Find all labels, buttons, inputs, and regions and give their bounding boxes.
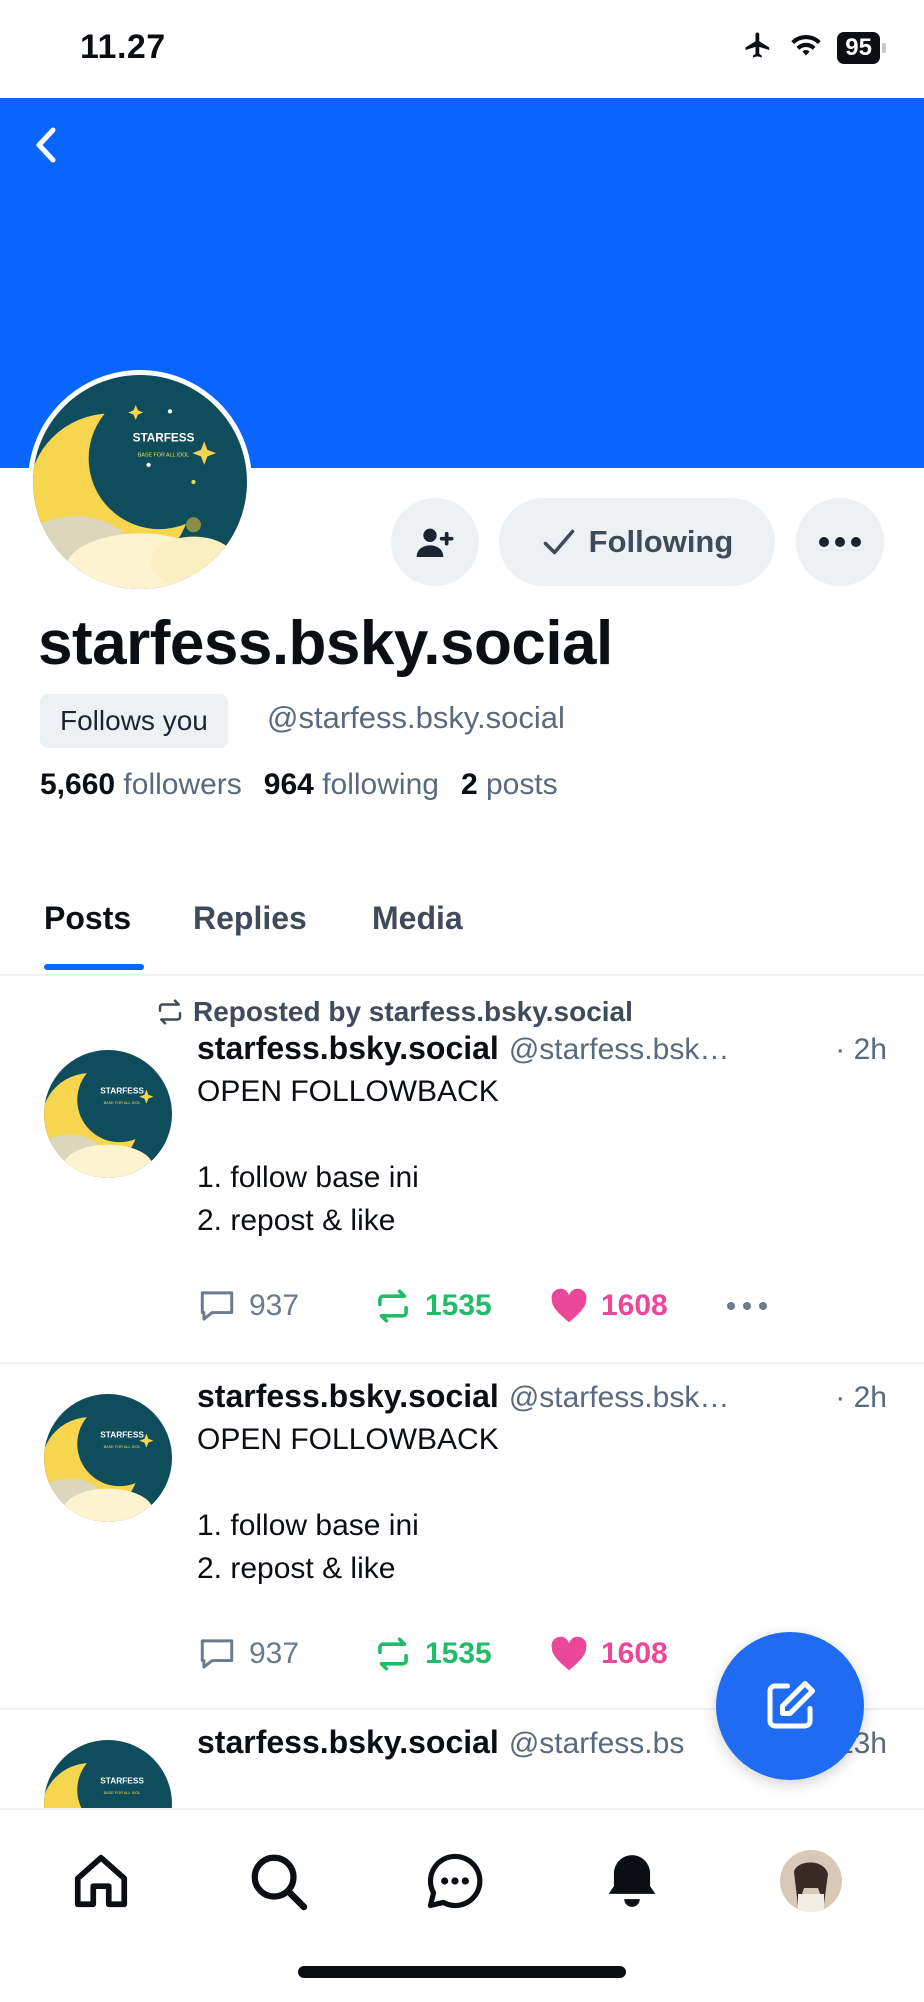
compose-button[interactable]	[716, 1632, 864, 1780]
post-author[interactable]: starfess.bsky.social	[197, 1030, 499, 1067]
reply-button[interactable]: 937	[197, 1288, 373, 1324]
post-time: · 2h	[835, 1381, 887, 1414]
post-actions: 937 1535 1608	[197, 1288, 769, 1324]
feed-post[interactable]: Reposted by starfess.bsky.social STARFES…	[0, 976, 924, 1364]
following-stat[interactable]: 964 following	[264, 768, 439, 802]
profile-avatar	[780, 1850, 842, 1912]
avatar-logo-text: STARFESS	[100, 1430, 144, 1440]
airplane-icon	[741, 30, 775, 65]
profile-tabs: Posts Replies Media	[0, 890, 924, 976]
follows-you-badge: Follows you	[40, 694, 228, 748]
home-indicator	[298, 1966, 626, 1978]
starfess-logo: STARFESS BASE FOR ALL IDOL	[44, 1050, 172, 1178]
like-count: 1608	[601, 1289, 668, 1322]
profile-display-name: starfess.bsky.social	[38, 609, 613, 678]
avatar-logo-subtext: BASE FOR ALL IDOL	[138, 452, 190, 458]
post-header: starfess.bsky.social @starfess.bsk… · 2h	[197, 1378, 887, 1415]
post-actions: 937 1535 1608	[197, 1636, 725, 1672]
nav-profile[interactable]	[776, 1846, 846, 1916]
ellipsis-icon	[819, 537, 861, 547]
nav-home[interactable]	[66, 1846, 136, 1916]
compose-icon	[767, 1681, 815, 1729]
status-icons: 95	[741, 30, 886, 65]
following-count: 964	[263, 768, 314, 801]
person-add-icon	[416, 528, 454, 557]
repost-icon	[378, 1637, 408, 1671]
followers-count: 5,660	[40, 768, 116, 801]
avatar-logo-subtext: BASE FOR ALL IDOL	[104, 1445, 141, 1449]
avatar-logo-text: STARFESS	[100, 1086, 144, 1096]
heart-icon	[551, 1636, 587, 1671]
post-author[interactable]: starfess.bsky.social	[197, 1378, 499, 1415]
post-text: OPEN FOLLOWBACK 1. follow base ini 2. re…	[197, 1075, 499, 1237]
check-icon	[543, 529, 574, 555]
heart-icon	[551, 1288, 587, 1323]
repost-indicator: Reposted by starfess.bsky.social	[155, 996, 633, 1028]
nav-notifications[interactable]	[597, 1846, 667, 1916]
posts-label: posts	[485, 768, 558, 801]
reply-count: 937	[249, 1637, 300, 1670]
profile-handle: @starfess.bsky.social	[267, 700, 565, 735]
repost-label: Reposted by starfess.bsky.social	[193, 996, 633, 1027]
back-button[interactable]	[26, 120, 66, 170]
post-more-button[interactable]	[725, 1300, 769, 1312]
repost-button[interactable]: 1535	[373, 1288, 549, 1324]
repost-button[interactable]: 1535	[373, 1636, 549, 1672]
repost-count: 1535	[425, 1289, 492, 1322]
starfess-logo: STARFESS BASE FOR ALL IDOL	[33, 375, 247, 589]
repost-count: 1535	[425, 1637, 492, 1670]
ellipsis-icon	[727, 1302, 767, 1310]
nav-chat[interactable]	[420, 1846, 490, 1916]
following-button-label: Following	[588, 524, 734, 559]
post-avatar[interactable]: STARFESS BASE FOR ALL IDOL	[44, 1394, 172, 1522]
repost-icon	[378, 1289, 408, 1323]
post-author[interactable]: starfess.bsky.social	[197, 1724, 499, 1761]
like-button[interactable]: 1608	[549, 1288, 725, 1324]
avatar-logo-text: STARFESS	[100, 1776, 144, 1786]
starfess-logo: STARFESS BASE FOR ALL IDOL	[44, 1394, 172, 1522]
posts-stat: 2 posts	[461, 768, 558, 802]
add-user-button[interactable]	[391, 498, 479, 586]
reply-button[interactable]: 937	[197, 1636, 373, 1672]
like-button[interactable]: 1608	[549, 1636, 725, 1672]
post-handle: @starfess.bsk…	[508, 1033, 730, 1066]
profile-stats: 5,660 followers 964 following 2 posts	[40, 768, 558, 802]
avatar-logo-text: STARFESS	[133, 431, 195, 444]
search-icon	[251, 1854, 308, 1911]
post-avatar[interactable]: STARFESS BASE FOR ALL IDOL	[44, 1050, 172, 1178]
battery-indicator: 95	[837, 31, 886, 64]
avatar-logo-subtext: BASE FOR ALL IDOL	[104, 1791, 141, 1795]
post-header: starfess.bsky.social @starfess.bsk… · 2h	[197, 1030, 887, 1067]
active-tab-indicator	[44, 964, 144, 970]
following-label: following	[322, 768, 439, 801]
like-count: 1608	[601, 1637, 668, 1670]
reply-count: 937	[249, 1289, 300, 1322]
comment-icon	[200, 1291, 234, 1321]
chat-icon	[427, 1853, 483, 1909]
repost-icon	[158, 999, 182, 1025]
tab-replies[interactable]: Replies	[193, 900, 307, 937]
following-button[interactable]: Following	[499, 498, 775, 586]
nav-search[interactable]	[243, 1846, 313, 1916]
posts-count: 2	[460, 768, 478, 801]
status-time: 11.27	[80, 28, 166, 66]
wifi-icon	[789, 31, 823, 64]
avatar-logo-subtext: BASE FOR ALL IDOL	[104, 1101, 141, 1105]
more-options-button[interactable]	[796, 498, 884, 586]
followers-label: followers	[123, 768, 242, 801]
chevron-left-icon	[36, 127, 56, 163]
tab-media[interactable]: Media	[372, 900, 463, 937]
post-handle: @starfess.bsk…	[508, 1381, 730, 1414]
post-time: · 2h	[835, 1033, 887, 1066]
tab-posts[interactable]: Posts	[44, 900, 131, 937]
bell-icon	[608, 1855, 656, 1907]
home-icon	[74, 1854, 128, 1908]
followers-stat[interactable]: 5,660 followers	[40, 768, 242, 802]
profile-avatar[interactable]: STARFESS BASE FOR ALL IDOL	[28, 370, 252, 594]
post-text: OPEN FOLLOWBACK 1. follow base ini 2. re…	[197, 1423, 499, 1585]
comment-icon	[200, 1639, 234, 1669]
